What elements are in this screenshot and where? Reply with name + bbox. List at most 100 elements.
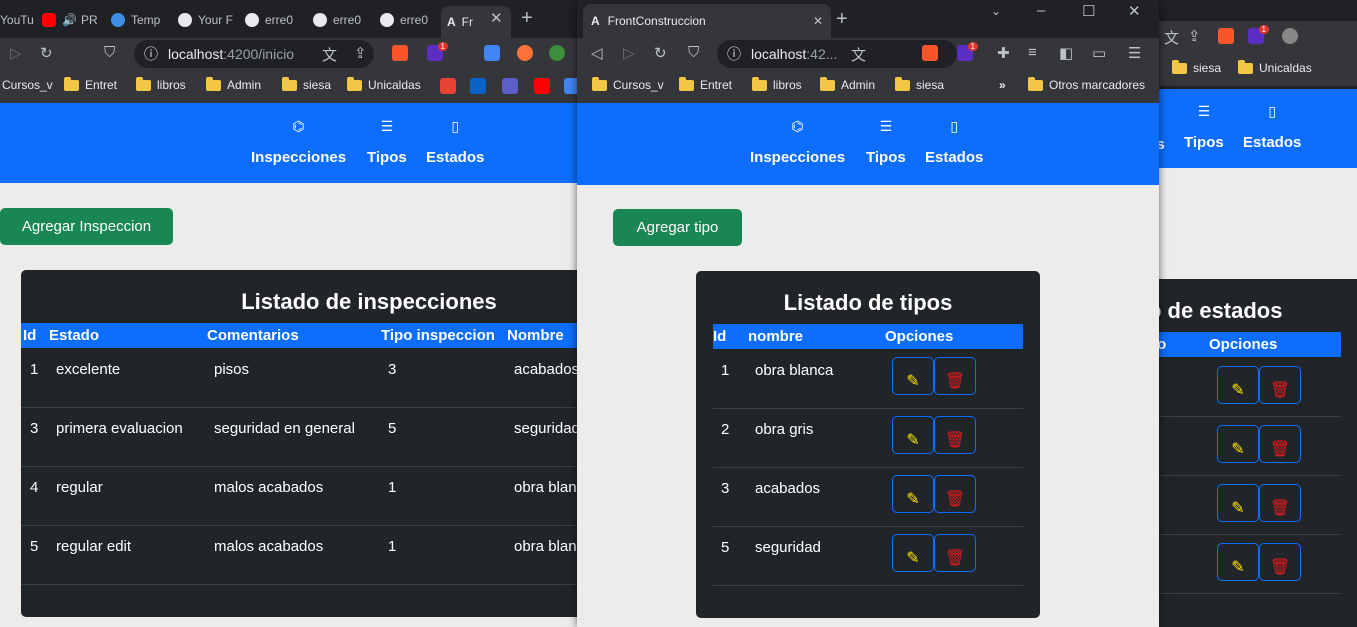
- tab[interactable]: erre0: [245, 8, 303, 32]
- gmail-icon[interactable]: [440, 78, 456, 94]
- brave-rewards-icon[interactable]: 1: [957, 42, 978, 61]
- trash-icon: 🗑: [1269, 559, 1291, 576]
- brave-shield-icon[interactable]: [922, 45, 938, 61]
- close-icon[interactable]: ✕: [490, 9, 503, 27]
- url-bar[interactable]: ⓘ localhost:4200/inicio: [134, 40, 374, 68]
- edit-button[interactable]: ✎: [892, 475, 934, 513]
- teams-icon[interactable]: [502, 78, 518, 94]
- edit-button[interactable]: ✎: [1217, 484, 1259, 522]
- tab[interactable]: erre0: [380, 8, 438, 32]
- url-bar[interactable]: ⓘ localhost:42...: [717, 40, 957, 68]
- tab[interactable]: erre0: [313, 8, 371, 32]
- bookmark-folder[interactable]: libros: [752, 76, 802, 92]
- nav-tipos[interactable]: ☰ Tipos: [866, 118, 906, 166]
- sidebar-icon[interactable]: ◧: [1059, 44, 1073, 62]
- delete-button[interactable]: 🗑: [1259, 366, 1301, 404]
- nav-estados[interactable]: ▯ Estados: [426, 118, 484, 166]
- bookmark-folder[interactable]: Unicaldas: [1238, 59, 1312, 75]
- trash-icon: 🗑: [944, 373, 966, 390]
- share-icon[interactable]: ⇪: [354, 44, 367, 62]
- delete-button[interactable]: 🗑: [1259, 484, 1301, 522]
- bookmark-folder[interactable]: Entret: [679, 76, 732, 92]
- edit-button[interactable]: ✎: [892, 534, 934, 572]
- close-icon[interactable]: ✕: [813, 14, 823, 28]
- reload-icon[interactable]: ↻: [654, 44, 667, 62]
- bookmark-folder[interactable]: siesa: [895, 76, 944, 92]
- tab[interactable]: YouTu: [0, 8, 34, 32]
- tab[interactable]: Temp: [111, 8, 169, 32]
- nav-estados[interactable]: ▯ Estados: [925, 118, 983, 166]
- translate-icon[interactable]: 文: [851, 44, 866, 65]
- youtube-icon[interactable]: [534, 78, 550, 94]
- new-tab-button[interactable]: +: [521, 7, 533, 30]
- folder-icon: [895, 76, 910, 91]
- bookmark-folder[interactable]: Admin: [206, 76, 261, 92]
- extensions-icon[interactable]: ✚: [997, 44, 1010, 62]
- wallet-icon[interactable]: ▭: [1092, 44, 1106, 62]
- menu-icon[interactable]: ☰: [1128, 44, 1141, 62]
- extension-icon[interactable]: [549, 45, 565, 61]
- extension-icon[interactable]: [517, 45, 533, 61]
- new-tab-button[interactable]: +: [836, 8, 848, 31]
- bookmark-folder[interactable]: Admin: [820, 76, 875, 92]
- brave-rewards-icon[interactable]: 1: [1248, 25, 1269, 44]
- tab-search-icon[interactable]: ⌄: [991, 4, 1001, 18]
- more-bookmarks-button[interactable]: »: [999, 78, 1006, 92]
- bookmark-folder[interactable]: Cursos_v: [592, 76, 664, 92]
- back-icon[interactable]: ◁: [591, 44, 603, 62]
- trash-icon: 🗑: [1269, 500, 1291, 517]
- nav-inspecciones[interactable]: ⌬ Inspecciones: [750, 118, 845, 166]
- delete-button[interactable]: 🗑: [934, 475, 976, 513]
- add-inspeccion-button[interactable]: Agregar Inspeccion: [0, 208, 173, 245]
- delete-button[interactable]: 🗑: [1259, 425, 1301, 463]
- delete-button[interactable]: 🗑: [1259, 543, 1301, 581]
- forward-icon[interactable]: ▷: [623, 44, 635, 62]
- bookmark-folder[interactable]: siesa: [282, 76, 331, 92]
- binoculars-icon: ⌬: [292, 118, 305, 134]
- minimize-icon[interactable]: –: [1037, 2, 1045, 19]
- add-tipo-button[interactable]: Agregar tipo: [613, 209, 742, 246]
- playlist-icon[interactable]: ≡: [1028, 44, 1037, 61]
- bookmark-icon[interactable]: ⛉: [688, 44, 699, 61]
- bookmark-folder[interactable]: Entret: [64, 76, 117, 92]
- brave-rewards-icon[interactable]: 1: [427, 42, 448, 61]
- tab-active[interactable]: A FrontConstruccion ✕: [583, 4, 831, 38]
- extension-icon[interactable]: [1282, 28, 1298, 44]
- brave-shield-icon[interactable]: [392, 45, 408, 61]
- edit-button[interactable]: ✎: [1217, 543, 1259, 581]
- nav-inspecciones[interactable]: ⌬ Inspecciones: [251, 118, 346, 166]
- tab[interactable]: Your F: [178, 8, 236, 32]
- maximize-icon[interactable]: ☐: [1082, 2, 1095, 20]
- translate-icon[interactable]: 文: [1164, 27, 1179, 48]
- folder-icon: [1028, 76, 1043, 91]
- edit-button[interactable]: ✎: [892, 416, 934, 454]
- share-icon[interactable]: ⇪: [1188, 27, 1201, 45]
- edit-button[interactable]: ✎: [1217, 366, 1259, 404]
- edit-button[interactable]: ✎: [892, 357, 934, 395]
- forward-icon[interactable]: ▷: [10, 44, 22, 62]
- translate-icon[interactable]: [564, 78, 578, 94]
- tab[interactable]: 🔊 PR: [42, 8, 100, 32]
- translate-icon[interactable]: 文: [322, 44, 337, 65]
- edit-icon: ✎: [906, 491, 920, 508]
- other-bookmarks-folder[interactable]: Otros marcadores: [1028, 76, 1145, 92]
- nav-tipos[interactable]: ☰ Tipos: [1184, 103, 1224, 151]
- nav-estados[interactable]: ▯ Estados: [1243, 103, 1301, 151]
- nav-tipos[interactable]: ☰ Tipos: [367, 118, 407, 166]
- delete-button[interactable]: 🗑: [934, 534, 976, 572]
- outlook-icon[interactable]: [470, 78, 486, 94]
- delete-button[interactable]: 🗑: [934, 416, 976, 454]
- brave-shield-icon[interactable]: [1218, 28, 1234, 44]
- close-window-icon[interactable]: ✕: [1128, 2, 1141, 20]
- right-window: 文 ⇪ 1 siesa Unicaldas es ☰Tipos ▯Estados…: [1148, 0, 1357, 627]
- bookmark-icon[interactable]: ⛉: [104, 44, 115, 61]
- device-icon: ▯: [1268, 103, 1277, 119]
- reload-icon[interactable]: ↻: [40, 44, 53, 62]
- bookmark-folder[interactable]: libros: [136, 76, 186, 92]
- bookmark-folder[interactable]: Unicaldas: [347, 76, 421, 92]
- delete-button[interactable]: 🗑: [934, 357, 976, 395]
- edit-button[interactable]: ✎: [1217, 425, 1259, 463]
- translate-extension-icon[interactable]: [484, 45, 500, 61]
- bookmark-folder[interactable]: siesa: [1172, 59, 1221, 75]
- bookmark-item[interactable]: Cursos_v: [2, 78, 53, 92]
